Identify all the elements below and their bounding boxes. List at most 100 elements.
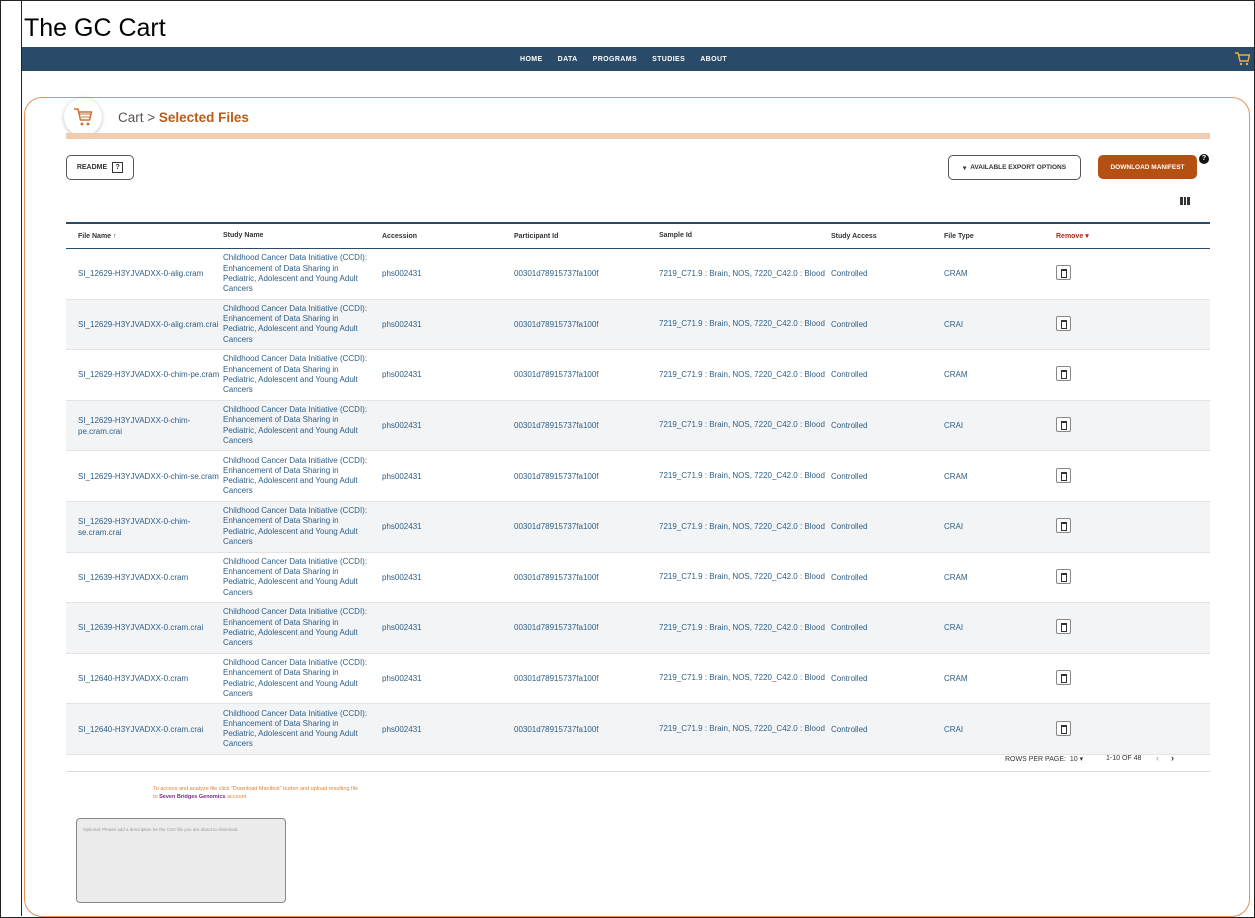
trash-icon[interactable] <box>1056 467 1071 483</box>
file-name-cell[interactable]: SI_12639-H3YJVADXX-0.cram.crai <box>66 622 223 633</box>
caret-down-icon: ▾ <box>962 164 967 172</box>
table-body: SI_12629-H3YJVADXX-0-alig.cram Childhood … <box>66 249 1210 755</box>
table-row: SI_12640-H3YJVADXX-0.cram Childhood Cance… <box>66 654 1210 705</box>
table-row: SI_12629-H3YJVADXX-0-alig.cram.crai Child… <box>66 299 1210 351</box>
trash-icon[interactable] <box>1056 315 1071 331</box>
study-name-cell[interactable]: Childhood Cancer Data Initiative (CCDI):… <box>223 304 382 345</box>
remove-cell <box>1056 417 1210 434</box>
study-name-cell[interactable]: Childhood Cancer Data Initiative (CCDI):… <box>223 405 382 446</box>
table-row: SI_12629-H3YJVADXX-0-alig.cram Childhood … <box>66 249 1210 300</box>
trash-icon[interactable] <box>1056 670 1071 686</box>
file-name-cell[interactable]: SI_12640-H3YJVADXX-0.cram.crai <box>66 724 223 735</box>
cart-icon[interactable] <box>1234 51 1250 67</box>
participant-id-cell[interactable]: 00301d78915737fa100f <box>514 674 659 683</box>
study-name-cell[interactable]: Childhood Cancer Data Initiative (CCDI):… <box>223 709 382 750</box>
nav-studies[interactable]: STUDIES <box>652 56 685 63</box>
participant-id-cell[interactable]: 00301d78915737fa100f <box>514 573 659 582</box>
file-name-cell[interactable]: SI_12629-H3YJVADXX-0-chim-pe.cram.crai <box>66 415 223 437</box>
sample-id-cell: 7219_C71.9 : Brain, NOS, 7220_C42.0 : Bl… <box>659 420 825 430</box>
accession-cell[interactable]: phs002431 <box>382 725 514 734</box>
next-page-icon[interactable]: › <box>1171 753 1174 763</box>
participant-id-cell[interactable]: 00301d78915737fa100f <box>514 623 659 632</box>
table-row: SI_12639-H3YJVADXX-0.cram Childhood Cance… <box>66 553 1210 604</box>
cart-badge-icon <box>74 108 93 126</box>
study-access-cell: Controlled <box>831 724 868 734</box>
download-manifest-button[interactable]: DOWNLOAD MANIFEST <box>1098 155 1197 179</box>
accession-cell[interactable]: phs002431 <box>382 623 514 632</box>
remove-cell <box>1056 619 1210 636</box>
left-divider <box>21 0 22 916</box>
sbg-link[interactable]: Seven Bridges Genomics <box>159 794 225 800</box>
col-study-access[interactable]: Study Access <box>831 233 944 240</box>
study-name-cell[interactable]: Childhood Cancer Data Initiative (CCDI):… <box>223 557 382 598</box>
trash-icon[interactable] <box>1056 518 1071 534</box>
accession-cell[interactable]: phs002431 <box>382 269 514 278</box>
help-icon[interactable]: ? <box>1199 154 1209 164</box>
col-file-type[interactable]: File Type <box>944 233 1056 240</box>
file-name-cell[interactable]: SI_12639-H3YJVADXX-0.cram <box>66 572 223 583</box>
col-study-name[interactable]: Study Name <box>223 231 382 241</box>
file-name-cell[interactable]: SI_12629-H3YJVADXX-0-alig.cram.crai <box>66 319 223 330</box>
col-accession[interactable]: Accession <box>382 233 514 240</box>
trash-icon[interactable] <box>1056 417 1071 433</box>
file-type-cell: CRAM <box>944 572 968 582</box>
participant-id-cell[interactable]: 00301d78915737fa100f <box>514 421 659 430</box>
accession-cell[interactable]: phs002431 <box>382 573 514 582</box>
breadcrumb-cart[interactable]: Cart > <box>118 110 159 125</box>
study-access-cell: Controlled <box>831 674 868 684</box>
table-row: SI_12639-H3YJVADXX-0.cram.crai Childhood … <box>66 603 1210 654</box>
col-file-name[interactable]: File Name ↑ <box>66 231 223 242</box>
accession-cell[interactable]: phs002431 <box>382 472 514 481</box>
study-name-cell[interactable]: Childhood Cancer Data Initiative (CCDI):… <box>223 253 382 294</box>
accession-cell[interactable]: phs002431 <box>382 522 514 531</box>
file-name-cell[interactable]: SI_12640-H3YJVADXX-0.cram <box>66 673 223 684</box>
accession-cell[interactable]: phs002431 <box>382 421 514 430</box>
files-table: File Name ↑ Study Name Accession Partici… <box>66 222 1210 755</box>
title-selected-files: Selected Files <box>158 110 249 125</box>
participant-id-cell[interactable]: 00301d78915737fa100f <box>514 320 659 329</box>
file-type-cell: CRAI <box>944 623 964 633</box>
file-name-cell[interactable]: SI_12629-H3YJVADXX-0-alig.cram <box>66 268 223 279</box>
sort-arrow-icon: ↑ <box>113 232 117 240</box>
nav-home[interactable]: HOME <box>520 56 543 63</box>
readme-button[interactable]: README ? <box>66 155 134 180</box>
columns-icon[interactable] <box>1180 197 1191 205</box>
study-name-cell[interactable]: Childhood Cancer Data Initiative (CCDI):… <box>223 354 382 395</box>
question-icon: ? <box>112 162 124 173</box>
file-name-cell[interactable]: SI_12629-H3YJVADXX-0-chim-se.cram <box>66 471 223 482</box>
sample-id-cell: 7219_C71.9 : Brain, NOS, 7220_C42.0 : Bl… <box>659 268 825 278</box>
trash-icon[interactable] <box>1056 568 1071 584</box>
col-remove[interactable]: Remove ▾ <box>1056 232 1210 240</box>
prev-page-icon[interactable]: ‹ <box>1156 753 1159 763</box>
participant-id-cell[interactable]: 00301d78915737fa100f <box>514 370 659 379</box>
participant-id-cell[interactable]: 00301d78915737fa100f <box>514 472 659 481</box>
trash-icon[interactable] <box>1056 720 1071 736</box>
study-name-cell[interactable]: Childhood Cancer Data Initiative (CCDI):… <box>223 607 382 648</box>
table-row: SI_12629-H3YJVADXX-0-chim-se.cram Childho… <box>66 451 1210 502</box>
study-access-cell: Controlled <box>831 522 868 532</box>
participant-id-cell[interactable]: 00301d78915737fa100f <box>514 725 659 734</box>
accession-cell[interactable]: phs002431 <box>382 370 514 379</box>
trash-icon[interactable] <box>1056 366 1071 382</box>
accession-cell[interactable]: phs002431 <box>382 320 514 329</box>
study-name-cell[interactable]: Childhood Cancer Data Initiative (CCDI):… <box>223 506 382 547</box>
study-name-cell[interactable]: Childhood Cancer Data Initiative (CCDI):… <box>223 456 382 497</box>
nav-about[interactable]: ABOUT <box>700 56 727 63</box>
accession-cell[interactable]: phs002431 <box>382 674 514 683</box>
file-name-cell[interactable]: SI_12629-H3YJVADXX-0-chim-pe.cram <box>66 369 223 380</box>
description-textarea[interactable]: Optional: Please add a description for t… <box>76 818 286 903</box>
col-sample-id[interactable]: Sample Id <box>659 231 831 241</box>
trash-icon[interactable] <box>1056 619 1071 635</box>
nav-programs[interactable]: PROGRAMS <box>593 56 637 63</box>
participant-id-cell[interactable]: 00301d78915737fa100f <box>514 269 659 278</box>
rows-per-page-select[interactable]: 10 <box>1070 756 1078 763</box>
export-options-button[interactable]: ▾ AVAILABLE EXPORT OPTIONS <box>948 155 1081 180</box>
nav-data[interactable]: DATA <box>558 56 578 63</box>
study-name-cell[interactable]: Childhood Cancer Data Initiative (CCDI):… <box>223 658 382 699</box>
participant-id-cell[interactable]: 00301d78915737fa100f <box>514 522 659 531</box>
col-participant-id[interactable]: Participant Id <box>514 233 659 240</box>
trash-icon[interactable] <box>1056 265 1071 281</box>
study-access-cell: Controlled <box>831 319 868 329</box>
file-name-cell[interactable]: SI_12629-H3YJVADXX-0-chim-se.cram.crai <box>66 516 223 538</box>
file-type-cell: CRAM <box>944 269 968 279</box>
